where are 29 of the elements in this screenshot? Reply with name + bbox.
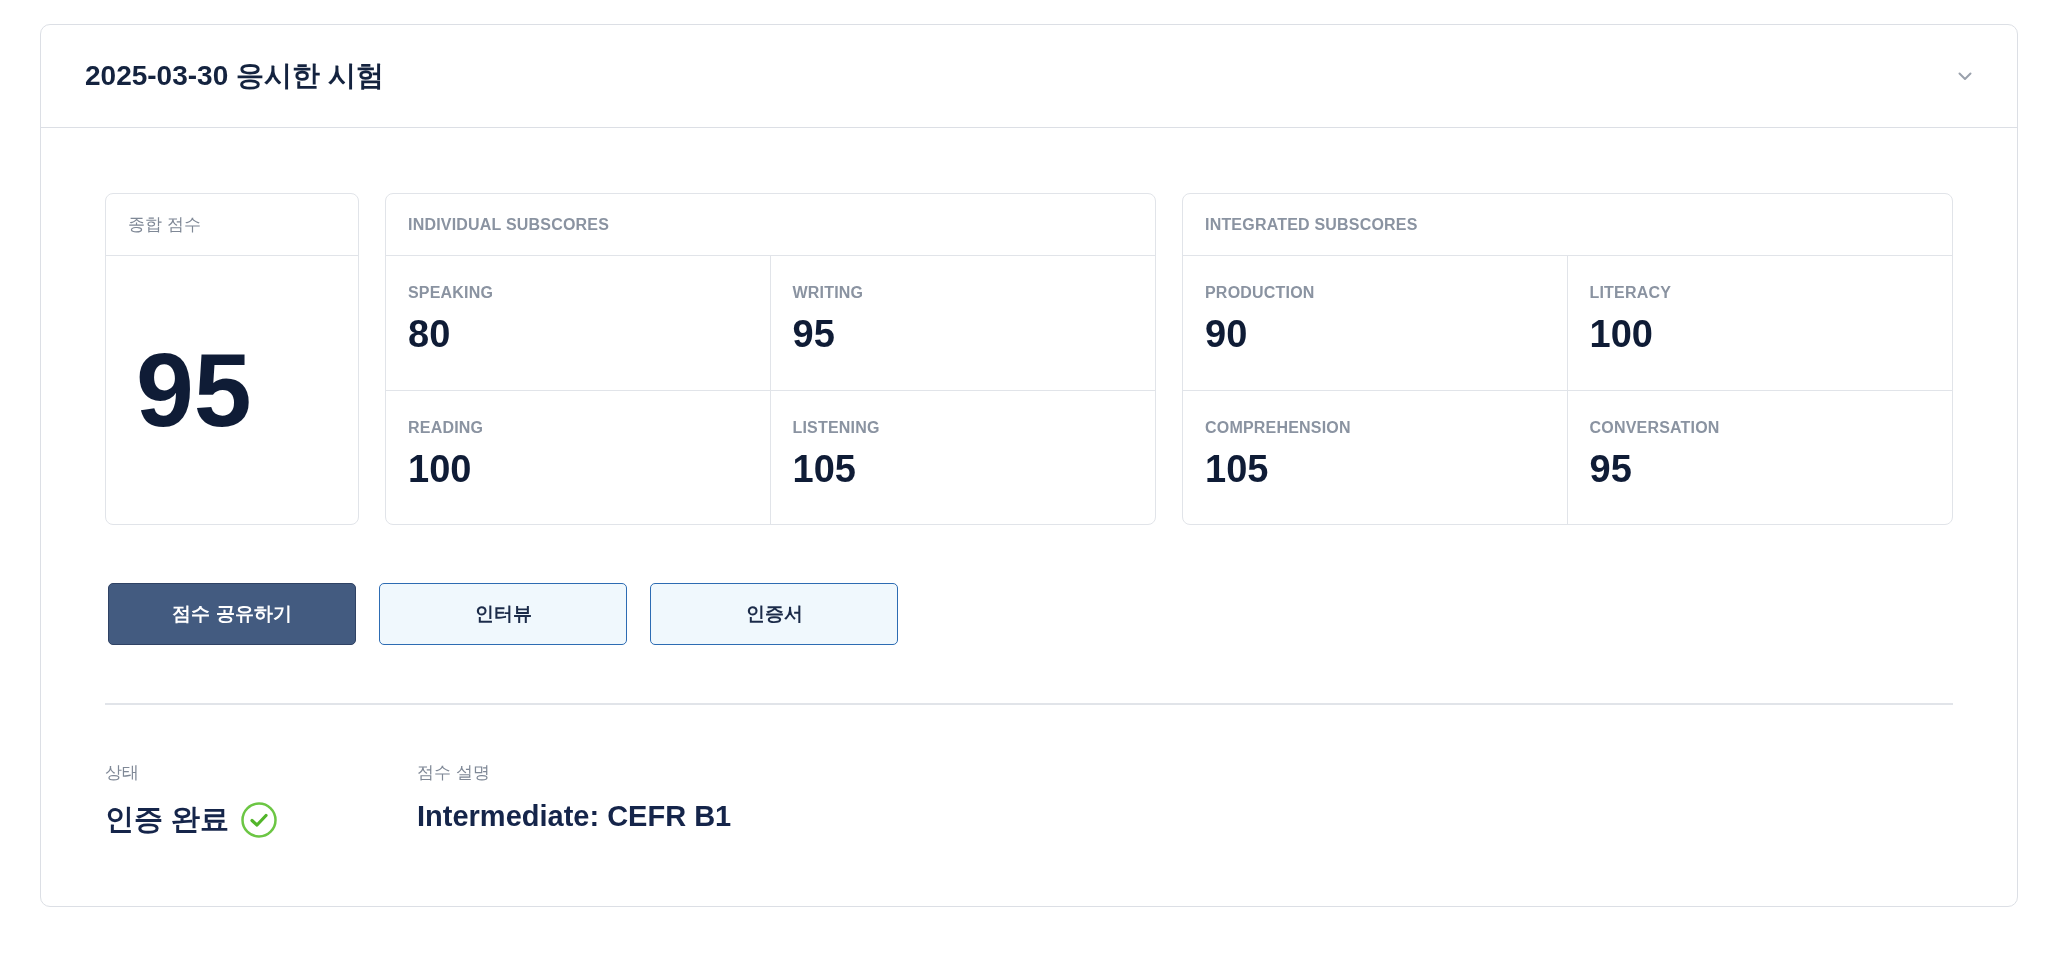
subscore-value: 95 — [792, 314, 836, 356]
subscore-label: CONVERSATION — [1589, 419, 1721, 437]
total-score-label: 종합 점수 — [128, 214, 201, 236]
subscore-value: 100 — [408, 449, 473, 491]
status-value: 인증 완료 — [105, 801, 230, 837]
subscore-label: LITERACY — [1589, 284, 1673, 302]
subscore-label: READING — [408, 419, 485, 437]
subscores-title: INTEGRATED SUBSCORES — [1205, 215, 1418, 234]
subscore-value: 105 — [1205, 449, 1270, 491]
subscore-value: 100 — [1589, 314, 1654, 356]
subscore-value: 105 — [792, 449, 857, 491]
total-score-value: 95 — [136, 338, 252, 442]
secondary-button[interactable]: 인터뷰 — [379, 583, 627, 645]
subscore-value: 90 — [1205, 314, 1249, 356]
subscore-value: 80 — [408, 314, 452, 356]
share-score-button[interactable]: 점수 공유하기 — [108, 583, 356, 645]
subscore-value: 95 — [1589, 449, 1633, 491]
secondary-button[interactable]: 인증서 — [650, 583, 898, 645]
subscores-title: INDIVIDUAL SUBSCORES — [408, 215, 610, 234]
exam-title: 2025-03-30 응시한 시험 — [85, 59, 384, 93]
chevron-down-icon[interactable] — [1958, 71, 1972, 81]
score-description-value: Intermediate: CEFR B1 — [417, 799, 732, 833]
subscore-label: SPEAKING — [408, 284, 495, 302]
subscore-label: COMPREHENSION — [1205, 419, 1352, 437]
subscore-label: LISTENING — [792, 419, 881, 437]
subscore-label: WRITING — [792, 284, 865, 302]
status-label: 상태 — [105, 761, 140, 784]
subscore-label: PRODUCTION — [1205, 284, 1316, 302]
score-description-label: 점수 설명 — [417, 761, 491, 784]
